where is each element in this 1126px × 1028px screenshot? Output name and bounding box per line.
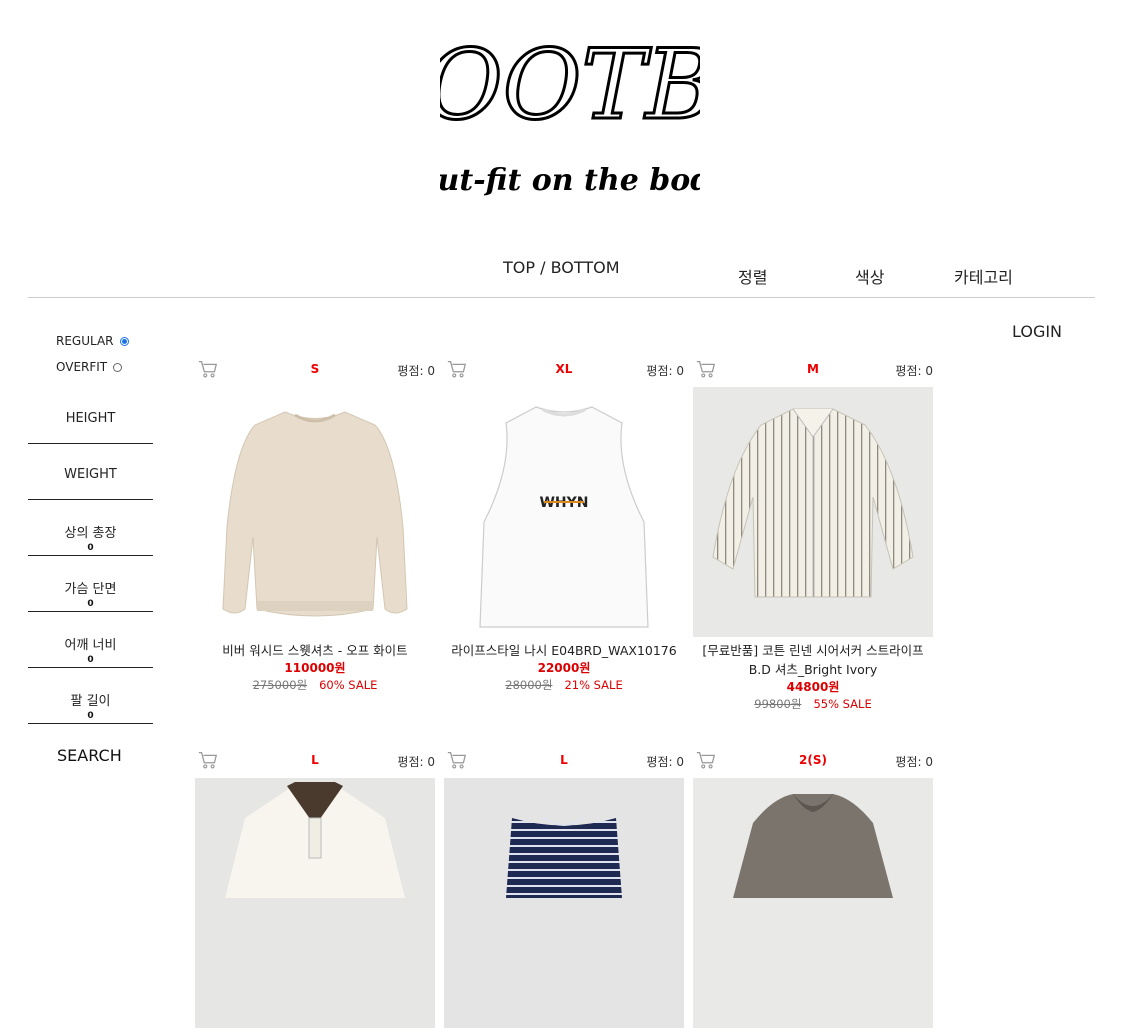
product-name[interactable]: [무료반품] 코튼 린넨 시어서커 스트라이프 B.D 셔츠_Bright Iv… [693, 641, 933, 679]
rating-text: 평점: 0 [646, 364, 684, 378]
product-card[interactable]: M 평점: 0 [무료반품] 코튼 린넨 시어서커 스트라이프 B.D 셔츠_B… [693, 357, 933, 713]
brand-logo[interactable]: OOTB Out-fit on the body [440, 30, 700, 220]
height-field[interactable]: HEIGHT [28, 411, 153, 444]
radio-button[interactable] [113, 362, 123, 372]
fit-option-label: OVERFIT [56, 360, 108, 374]
logo-text: OOTB [440, 30, 700, 141]
nav-sort[interactable]: 정렬 [738, 264, 767, 288]
rating-text: 평점: 0 [397, 364, 435, 378]
search-button[interactable]: SEARCH [57, 746, 122, 765]
radio-button[interactable] [119, 336, 129, 346]
nav-category[interactable]: 카테고리 [954, 264, 1013, 288]
field-label: 가슴 단면 [64, 582, 117, 597]
weight-field[interactable]: WEIGHT [28, 467, 153, 500]
fit-option-label: REGULAR [56, 334, 114, 348]
field-label: WEIGHT [64, 467, 117, 482]
sleeveless-image[interactable]: WHYN [444, 387, 684, 637]
field-value: 0 [87, 655, 94, 665]
product-price: 22000원 [537, 661, 591, 675]
original-price: 99800원 [754, 697, 802, 711]
original-price: 28000원 [505, 678, 553, 692]
sale-badge: 55% SALE [813, 697, 872, 711]
login-link[interactable]: LOGIN [1012, 322, 1062, 341]
product-card[interactable]: S 평점: 0 비버 워시드 스웻셔츠 - 오프 화이트 110000원 275… [195, 357, 435, 694]
arm-length-field[interactable]: 팔 길이 0 [28, 690, 153, 724]
logo-tagline: Out-fit on the body [440, 163, 700, 198]
sweatshirt-image[interactable] [195, 387, 435, 637]
hoodie-image[interactable] [693, 778, 933, 1028]
fit-option-regular[interactable]: REGULAR [56, 334, 129, 348]
knit-vest-image[interactable] [444, 778, 684, 1028]
product-card[interactable]: XL 평점: 0 WHYN 라이프스타일 나시 E04BRD_WAX10176 … [444, 357, 684, 694]
product-price: 44800원 [786, 680, 840, 694]
product-card[interactable]: L 평점: 0 [444, 748, 684, 1028]
field-value: 0 [87, 599, 94, 609]
divider [28, 297, 1095, 298]
product-name[interactable]: 라이프스타일 나시 E04BRD_WAX10176 [444, 641, 684, 660]
rating-text: 평점: 0 [646, 755, 684, 769]
nav-top-bottom[interactable]: TOP / BOTTOM [503, 258, 620, 277]
rating-text: 평점: 0 [397, 755, 435, 769]
field-value: 0 [87, 711, 94, 721]
field-label: 상의 총장 [64, 526, 117, 541]
sale-badge: 60% SALE [319, 678, 378, 692]
rating-text: 평점: 0 [895, 755, 933, 769]
fit-option-overfit[interactable]: OVERFIT [56, 360, 123, 374]
product-price: 110000원 [284, 661, 346, 675]
original-price: 275000원 [252, 678, 308, 692]
chest-width-field[interactable]: 가슴 단면 0 [28, 578, 153, 612]
shoulder-width-field[interactable]: 어깨 너비 0 [28, 634, 153, 668]
sale-badge: 21% SALE [564, 678, 623, 692]
polo-image[interactable] [195, 778, 435, 1028]
field-label: 어깨 너비 [64, 638, 117, 653]
striped-shirt-image[interactable] [693, 387, 933, 637]
product-name[interactable]: 비버 워시드 스웻셔츠 - 오프 화이트 [195, 641, 435, 660]
field-label: 팔 길이 [70, 694, 111, 709]
nav-color[interactable]: 색상 [855, 264, 884, 288]
top-length-field[interactable]: 상의 총장 0 [28, 522, 153, 556]
rating-text: 평점: 0 [895, 364, 933, 378]
product-card[interactable]: 2(S) 평점: 0 [693, 748, 933, 1028]
field-label: HEIGHT [65, 411, 116, 426]
product-card[interactable]: L 평점: 0 [195, 748, 435, 1028]
field-value: 0 [87, 543, 94, 553]
